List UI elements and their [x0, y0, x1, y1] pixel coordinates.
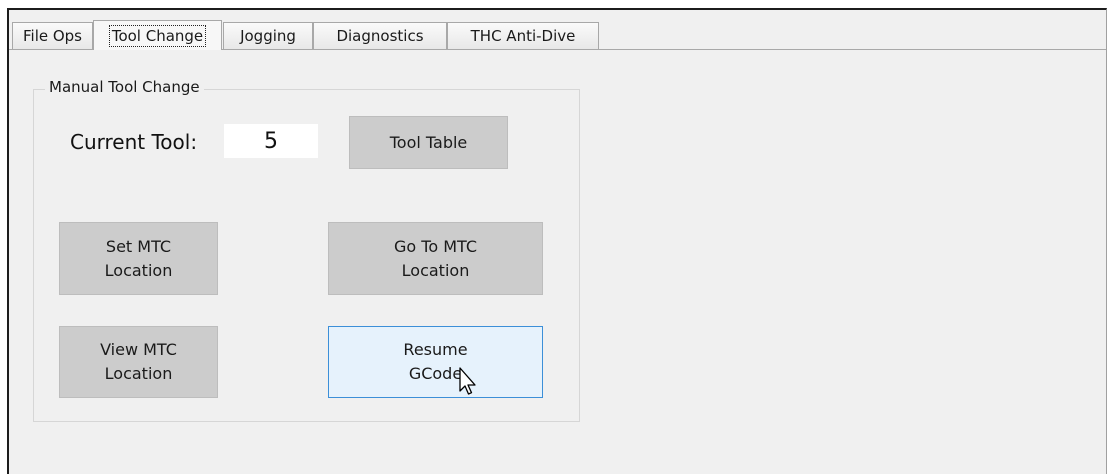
button-label-line-1: Go To MTC: [393, 236, 477, 256]
button-label: Tool Table: [389, 132, 468, 152]
arrow-pointer-icon: [459, 367, 476, 395]
button-label-line-1: Set MTC: [105, 236, 172, 256]
tool-change-panel: Manual Tool Change Current Tool: 5 Tool …: [9, 50, 1106, 474]
current-tool-label: Current Tool:: [70, 130, 198, 154]
current-tool-value: 5: [224, 124, 318, 158]
button-label-line-1: Resume: [403, 340, 468, 359]
tab-label: Jogging: [240, 27, 296, 45]
button-label-line-2: Location: [104, 260, 173, 280]
button-label-line-1: View MTC: [100, 340, 177, 359]
view-mtc-location-button[interactable]: View MTC Location: [59, 326, 218, 398]
resume-gcode-button[interactable]: Resume GCode: [328, 326, 543, 398]
tab-label: Diagnostics: [336, 27, 424, 45]
tool-table-button[interactable]: Tool Table: [349, 116, 508, 169]
button-label-line-2: Location: [104, 364, 173, 383]
group-title: Manual Tool Change: [45, 78, 204, 96]
main-window: File Ops Tool Change Jogging Diagnostics…: [7, 8, 1107, 474]
button-label-line-2: Location: [401, 260, 470, 280]
set-mtc-location-button[interactable]: Set MTC Location: [59, 222, 218, 295]
tab-label: Tool Change: [108, 24, 207, 47]
tab-jogging[interactable]: Jogging: [223, 22, 313, 49]
tab-thc-anti-dive[interactable]: THC Anti-Dive: [447, 22, 599, 49]
tab-label: THC Anti-Dive: [470, 27, 576, 45]
go-to-mtc-location-button[interactable]: Go To MTC Location: [328, 222, 543, 295]
tab-tool-change[interactable]: Tool Change: [93, 20, 222, 50]
tab-label: File Ops: [22, 27, 82, 45]
tab-file-ops[interactable]: File Ops: [12, 22, 93, 49]
tab-bar: File Ops Tool Change Jogging Diagnostics…: [9, 10, 1106, 50]
tab-diagnostics[interactable]: Diagnostics: [313, 22, 447, 49]
